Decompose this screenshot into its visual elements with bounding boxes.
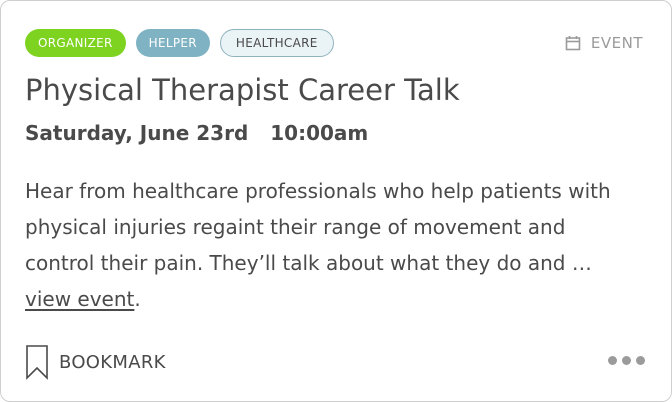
event-date: Saturday, June 23rd: [25, 121, 249, 145]
calendar-icon: [565, 35, 581, 51]
description-trailing: .: [134, 287, 141, 311]
event-type-label: EVENT: [565, 34, 643, 52]
more-dots-icon[interactable]: [608, 356, 645, 365]
view-event-link[interactable]: view event: [25, 287, 134, 311]
event-description: Hear from healthcare professionals who h…: [25, 173, 625, 317]
organizer-tag[interactable]: ORGANIZER: [25, 29, 126, 57]
more-dot: [622, 356, 631, 365]
tag-list: ORGANIZER HELPER HEALTHCARE: [25, 29, 334, 57]
event-datetime: Saturday, June 23rd 10:00am: [25, 121, 368, 145]
event-card: ORGANIZER HELPER HEALTHCARE EVENT Physic…: [0, 0, 672, 402]
description-text: Hear from healthcare professionals who h…: [25, 179, 611, 275]
helper-tag[interactable]: HELPER: [135, 29, 210, 57]
event-type-text: EVENT: [590, 34, 643, 52]
bookmark-icon: [25, 344, 49, 380]
event-title[interactable]: Physical Therapist Career Talk: [25, 73, 460, 107]
bookmark-button[interactable]: BOOKMARK: [25, 344, 166, 380]
more-dot: [608, 356, 617, 365]
bookmark-label: BOOKMARK: [59, 351, 166, 373]
healthcare-tag[interactable]: HEALTHCARE: [219, 29, 334, 57]
more-dot: [636, 356, 645, 365]
event-time: 10:00am: [270, 121, 369, 145]
